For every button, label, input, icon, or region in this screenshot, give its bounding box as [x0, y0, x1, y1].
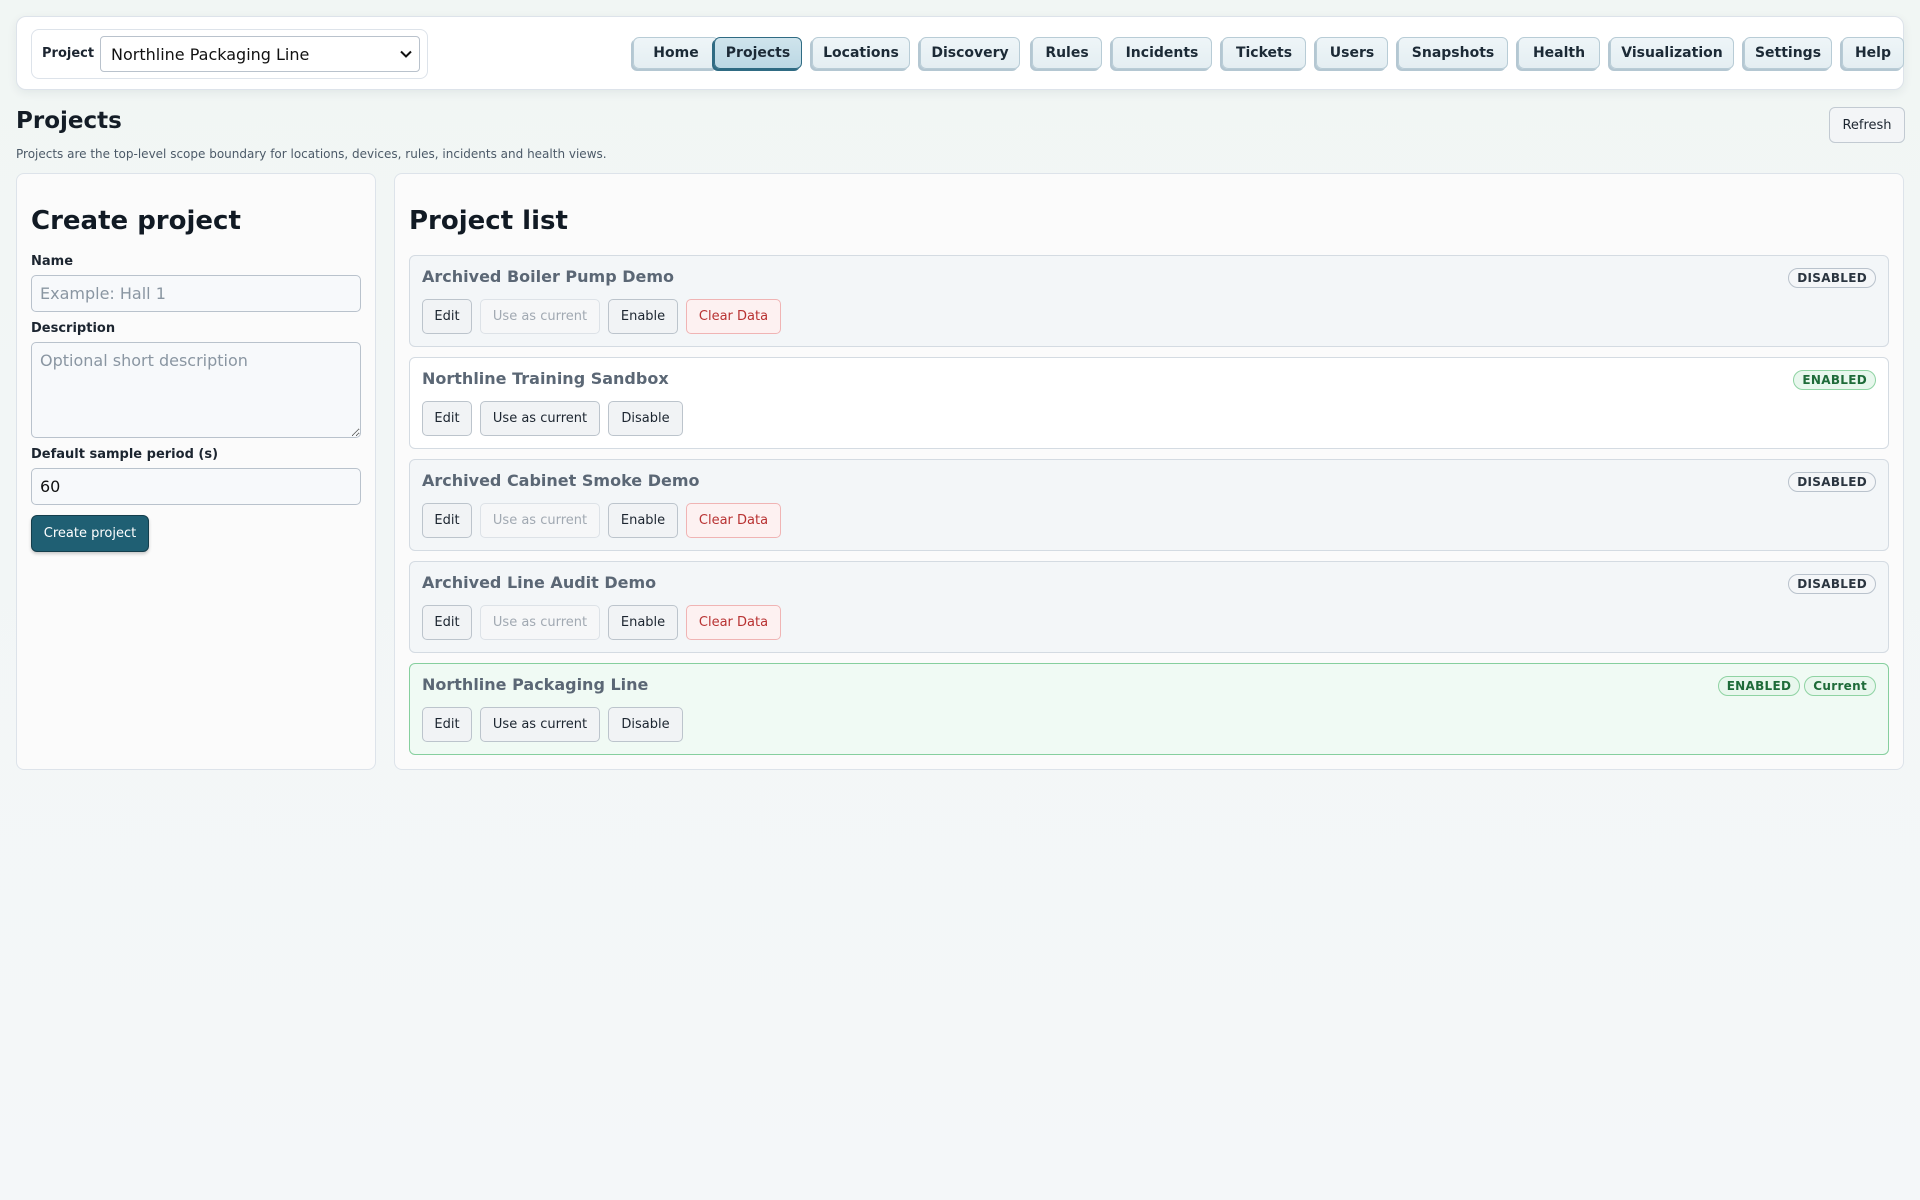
status-badge: ENABLED	[1717, 676, 1801, 696]
top-navigation-bar: Project Northline Packaging Line Home Pr…	[16, 16, 1904, 90]
description-input[interactable]	[31, 342, 361, 438]
project-card: Archived Line Audit Demo DISABLED Edit U…	[409, 561, 1889, 653]
status-badge: DISABLED	[1788, 472, 1876, 492]
chevron-down-icon	[400, 50, 412, 58]
status-badge: ENABLED	[1793, 370, 1876, 390]
project-name: Archived Boiler Pump Demo	[422, 267, 675, 286]
use-as-current-button: Use as current	[480, 503, 600, 538]
enable-button[interactable]: Enable	[608, 605, 678, 640]
project-card: Northline Training Sandbox ENABLED Edit …	[409, 357, 1889, 449]
project-badges: DISABLED	[1788, 472, 1876, 492]
disable-button[interactable]: Disable	[608, 401, 683, 436]
name-input[interactable]	[31, 275, 361, 312]
project-name: Northline Packaging Line	[422, 675, 649, 694]
nav-snapshots[interactable]: Snapshots	[1398, 37, 1508, 69]
nav-locations[interactable]: Locations	[812, 37, 910, 69]
project-name: Archived Cabinet Smoke Demo	[422, 471, 700, 490]
disable-button[interactable]: Disable	[608, 707, 683, 742]
project-select-value: Northline Packaging Line	[111, 45, 310, 64]
create-project-panel: Create project Name Description Default …	[16, 173, 376, 770]
description-label: Description	[31, 321, 116, 336]
project-select[interactable]: Northline Packaging Line	[100, 36, 420, 72]
nav-visualization[interactable]: Visualization	[1610, 37, 1734, 69]
use-as-current-button: Use as current	[480, 605, 600, 640]
nav-settings[interactable]: Settings	[1744, 37, 1832, 69]
edit-button[interactable]: Edit	[422, 299, 472, 334]
edit-button[interactable]: Edit	[422, 605, 472, 640]
current-badge: Current	[1804, 676, 1876, 696]
create-project-button[interactable]: Create project	[31, 515, 149, 552]
project-badges: DISABLED	[1788, 574, 1876, 594]
clear-data-button[interactable]: Clear Data	[686, 503, 781, 538]
project-badges: ENABLED	[1793, 370, 1876, 390]
name-label: Name	[31, 254, 74, 269]
nav-incidents[interactable]: Incidents	[1112, 37, 1212, 69]
status-badge: DISABLED	[1788, 268, 1876, 288]
nav-help[interactable]: Help	[1842, 37, 1904, 69]
use-as-current-button[interactable]: Use as current	[480, 707, 600, 742]
enable-button[interactable]: Enable	[608, 503, 678, 538]
sample-period-input[interactable]	[31, 468, 361, 505]
nav-projects[interactable]: Projects	[714, 37, 802, 69]
nav-users[interactable]: Users	[1316, 37, 1388, 69]
edit-button[interactable]: Edit	[422, 707, 472, 742]
project-card-current: Northline Packaging Line ENABLED Current…	[409, 663, 1889, 755]
project-badges: ENABLED Current	[1717, 676, 1876, 696]
enable-button[interactable]: Enable	[608, 299, 678, 334]
use-as-current-button[interactable]: Use as current	[480, 401, 600, 436]
refresh-button[interactable]: Refresh	[1829, 107, 1905, 143]
project-picker-label: Project	[42, 46, 95, 61]
nav-health[interactable]: Health	[1518, 37, 1600, 69]
use-as-current-button: Use as current	[480, 299, 600, 334]
project-card: Archived Boiler Pump Demo DISABLED Edit …	[409, 255, 1889, 347]
project-badges: DISABLED	[1788, 268, 1876, 288]
create-project-heading: Create project	[31, 206, 241, 236]
nav-tickets[interactable]: Tickets	[1222, 37, 1306, 69]
status-badge: DISABLED	[1788, 574, 1876, 594]
project-list-heading: Project list	[409, 206, 568, 236]
nav-discovery[interactable]: Discovery	[920, 37, 1020, 69]
page-title: Projects	[16, 108, 122, 134]
project-card: Archived Cabinet Smoke Demo DISABLED Edi…	[409, 459, 1889, 551]
project-picker: Project Northline Packaging Line	[31, 29, 428, 79]
edit-button[interactable]: Edit	[422, 401, 472, 436]
nav-home[interactable]: Home	[633, 37, 719, 69]
clear-data-button[interactable]: Clear Data	[686, 605, 781, 640]
project-name: Archived Line Audit Demo	[422, 573, 657, 592]
clear-data-button[interactable]: Clear Data	[686, 299, 781, 334]
sample-period-label: Default sample period (s)	[31, 447, 219, 462]
nav-rules[interactable]: Rules	[1032, 37, 1102, 69]
project-list-panel: Project list Archived Boiler Pump Demo D…	[394, 173, 1904, 770]
edit-button[interactable]: Edit	[422, 503, 472, 538]
project-name: Northline Training Sandbox	[422, 369, 669, 388]
page-subtitle: Projects are the top-level scope boundar…	[16, 147, 607, 161]
